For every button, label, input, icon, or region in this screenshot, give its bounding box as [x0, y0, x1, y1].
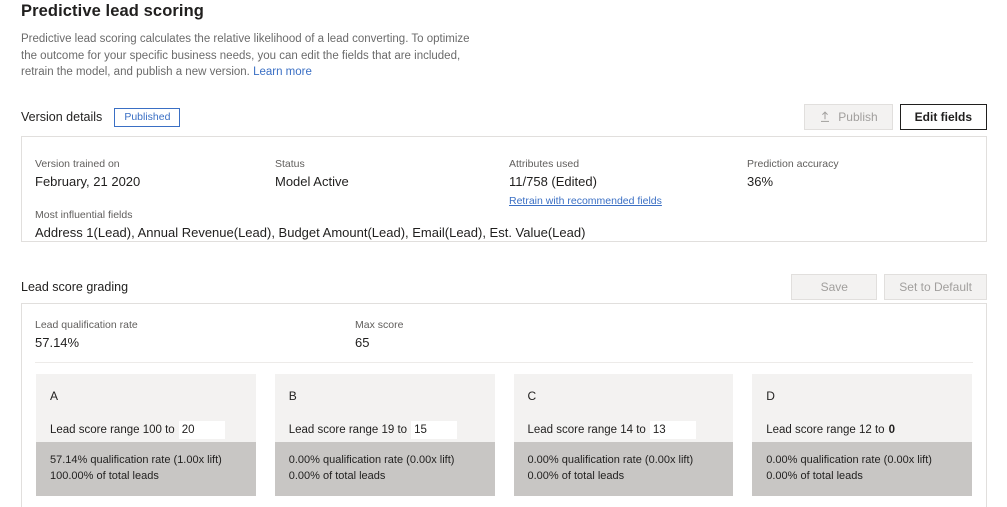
range-from-value: 12 [855, 424, 872, 436]
range-joiner-label: to [394, 424, 408, 436]
page-description-text: Predictive lead scoring calculates the r… [21, 33, 470, 78]
grade-cards-container: A Lead score range 100 to 57.14% qualifica… [36, 374, 972, 496]
predictive-lead-scoring-page: Predictive lead scoring Predictive lead … [0, 0, 1007, 507]
range-joiner-label: to [871, 424, 885, 436]
most-influential-fields-label: Most influential fields [35, 209, 133, 221]
version-field-grid: Version trained on February, 21 2020 Sta… [35, 157, 973, 209]
max-score-label: Max score [355, 319, 404, 331]
total-leads-line: 0.00% of total leads [527, 470, 625, 482]
range-from-value: 19 [378, 424, 395, 436]
grading-stats: Lead qualification rate 57.14% Max score… [35, 318, 403, 352]
version-trained-on-label: Version trained on [35, 158, 120, 170]
set-to-default-button[interactable]: Set to Default [884, 274, 987, 300]
range-to-value: 0 [888, 424, 895, 436]
field-status: Status Model Active [275, 157, 509, 209]
grade-card-stats: 0.00% qualification rate (0.00x lift) 0.0… [752, 442, 972, 496]
field-most-influential: Most influential fields Address 1(Lead),… [35, 208, 585, 242]
range-joiner-label: to [161, 424, 175, 436]
max-score-value: 65 [355, 335, 370, 350]
grade-letter: C [527, 389, 537, 403]
grade-card-top: D Lead score range 12 to 0 [752, 374, 972, 442]
lead-score-grading-title: Lead score grading [21, 280, 129, 294]
range-from-value: 100 [139, 424, 162, 436]
grade-card-top: A Lead score range 100 to [36, 374, 256, 442]
grade-score-range: Lead score range 100 to [50, 421, 242, 439]
range-from-value: 14 [617, 424, 634, 436]
most-influential-fields-value: Address 1(Lead), Annual Revenue(Lead), B… [35, 225, 586, 240]
lead-score-grading-panel: Lead qualification rate 57.14% Max score… [21, 303, 987, 507]
grade-card-top: B Lead score range 19 to [275, 374, 495, 442]
grading-divider [35, 362, 973, 363]
status-label: Status [275, 158, 305, 170]
qualification-rate-line: 57.14% qualification rate (1.00x lift) [50, 454, 222, 466]
range-prefix-label: Lead score range [766, 424, 856, 436]
save-button[interactable]: Save [791, 274, 878, 300]
grade-score-range: Lead score range 14 to [528, 421, 720, 439]
range-prefix-label: Lead score range [288, 424, 379, 436]
range-prefix-label: Lead score range [527, 424, 618, 436]
status-value: Model Active [275, 174, 349, 189]
grade-card-top: C Lead score range 14 to [514, 374, 734, 442]
grade-letter: D [766, 389, 775, 403]
retrain-with-recommended-fields-link[interactable]: Retrain with recommended fields [509, 194, 662, 209]
learn-more-link[interactable]: Learn more [253, 66, 312, 78]
grade-score-range: Lead score range 19 to [289, 421, 481, 439]
grade-letter: A [50, 389, 59, 403]
range-to-input[interactable] [411, 421, 458, 439]
range-to-input[interactable] [178, 421, 225, 439]
status-badge-published: Published [114, 107, 181, 127]
total-leads-line: 100.00% of total leads [50, 470, 159, 482]
page-description: Predictive lead scoring calculates the r… [21, 31, 473, 81]
range-prefix-label: Lead score range [50, 424, 140, 436]
publish-button[interactable]: Publish [804, 104, 893, 130]
prediction-accuracy-label: Prediction accuracy [747, 158, 839, 170]
grade-score-range: Lead score range 12 to 0 [766, 421, 958, 439]
version-trained-on-value: February, 21 2020 [35, 174, 141, 189]
field-version-trained-on: Version trained on February, 21 2020 [35, 157, 275, 209]
page-title: Predictive lead scoring [21, 2, 204, 20]
grade-card-stats: 57.14% qualification rate (1.00x lift) 10… [36, 442, 256, 496]
grade-card-d: D Lead score range 12 to 0 0.00% qualificat… [752, 374, 972, 496]
field-max-score: Max score 65 [355, 318, 403, 352]
edit-fields-button[interactable]: Edit fields [899, 104, 987, 130]
qualification-rate-line: 0.00% qualification rate (0.00x lift) [766, 454, 932, 466]
grade-card-stats: 0.00% qualification rate (0.00x lift) 0.0… [513, 442, 734, 496]
field-attributes-used: Attributes used 11/758 (Edited) Retrain … [509, 157, 747, 209]
publish-button-label: Publish [838, 110, 878, 124]
lead-qualification-rate-value: 57.14% [35, 335, 80, 350]
grade-letter: B [288, 389, 297, 403]
lead-qualification-rate-label: Lead qualification rate [35, 319, 138, 331]
qualification-rate-line: 0.00% qualification rate (0.00x lift) [288, 454, 455, 466]
lead-score-grading-header: Lead score grading Save Set to Default [21, 274, 987, 300]
prediction-accuracy-value: 36% [747, 174, 774, 189]
attributes-used-label: Attributes used [509, 158, 580, 170]
grade-card-c: C Lead score range 14 to 0.00% qualificati… [513, 374, 734, 496]
total-leads-line: 0.00% of total leads [288, 470, 386, 482]
total-leads-line: 0.00% of total leads [766, 470, 863, 482]
grade-card-a: A Lead score range 100 to 57.14% qualifica… [36, 374, 256, 496]
range-joiner-label: to [633, 424, 646, 436]
qualification-rate-line: 0.00% qualification rate (0.00x lift) [527, 454, 694, 466]
version-details-title: Version details [21, 110, 103, 124]
upload-icon [819, 111, 831, 123]
range-to-input[interactable] [649, 421, 696, 439]
grade-card-stats: 0.00% qualification rate (0.00x lift) 0.0… [274, 442, 495, 496]
version-details-header: Version details Published Publish Edit f… [21, 104, 987, 130]
field-prediction-accuracy: Prediction accuracy 36% [747, 157, 947, 209]
field-lead-qualification-rate: Lead qualification rate 57.14% [35, 318, 355, 352]
attributes-used-value: 11/758 (Edited) [509, 174, 597, 189]
grade-card-b: B Lead score range 19 to 0.00% qualificati… [274, 374, 495, 496]
version-details-panel: Version trained on February, 21 2020 Sta… [21, 136, 987, 242]
